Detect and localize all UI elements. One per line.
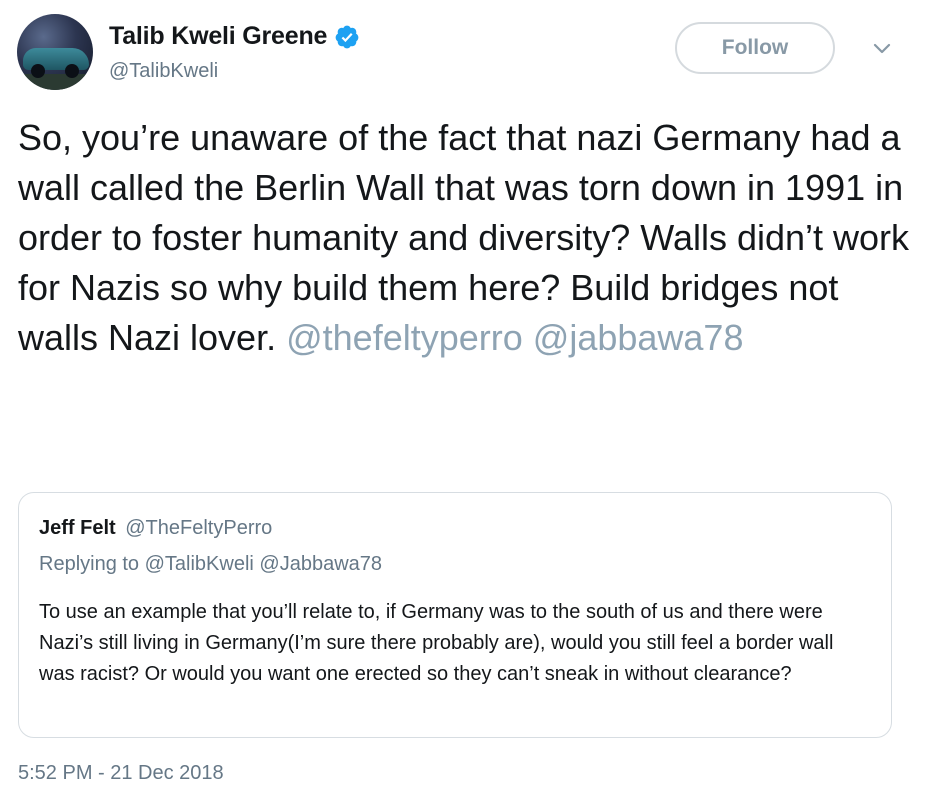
verified-badge-icon [335,25,359,48]
quoted-tweet-card[interactable]: Jeff Felt @TheFeltyPerro Replying to @Ta… [18,492,892,738]
tweet-timestamp[interactable]: 5:52 PM - 21 Dec 2018 [18,762,224,785]
tweet-header: Talib Kweli Greene @TalibKweli Follow [17,14,922,94]
chevron-down-icon[interactable] [872,42,892,56]
mention-link[interactable]: @jabbawa78 [533,317,744,358]
follow-button[interactable]: Follow [675,22,835,74]
author-handle[interactable]: @TalibKweli [109,60,218,83]
tweet-text: So, you’re unaware of the fact that nazi… [18,113,918,363]
mention-link[interactable]: @thefeltyperro [286,317,523,358]
quoted-tweet-text: To use an example that you’ll relate to,… [39,601,834,685]
quoted-author-name: Jeff Felt [39,517,116,539]
avatar[interactable] [17,14,93,90]
quoted-author-handle: @TheFeltyPerro [125,517,273,539]
author-display-name[interactable]: Talib Kweli Greene [109,22,327,51]
quoted-author-row: Jeff Felt @TheFeltyPerro [39,517,272,540]
quoted-replying-to: Replying to @TalibKweli @Jabbawa78 [39,553,383,575]
author-name-row: Talib Kweli Greene [109,22,360,51]
